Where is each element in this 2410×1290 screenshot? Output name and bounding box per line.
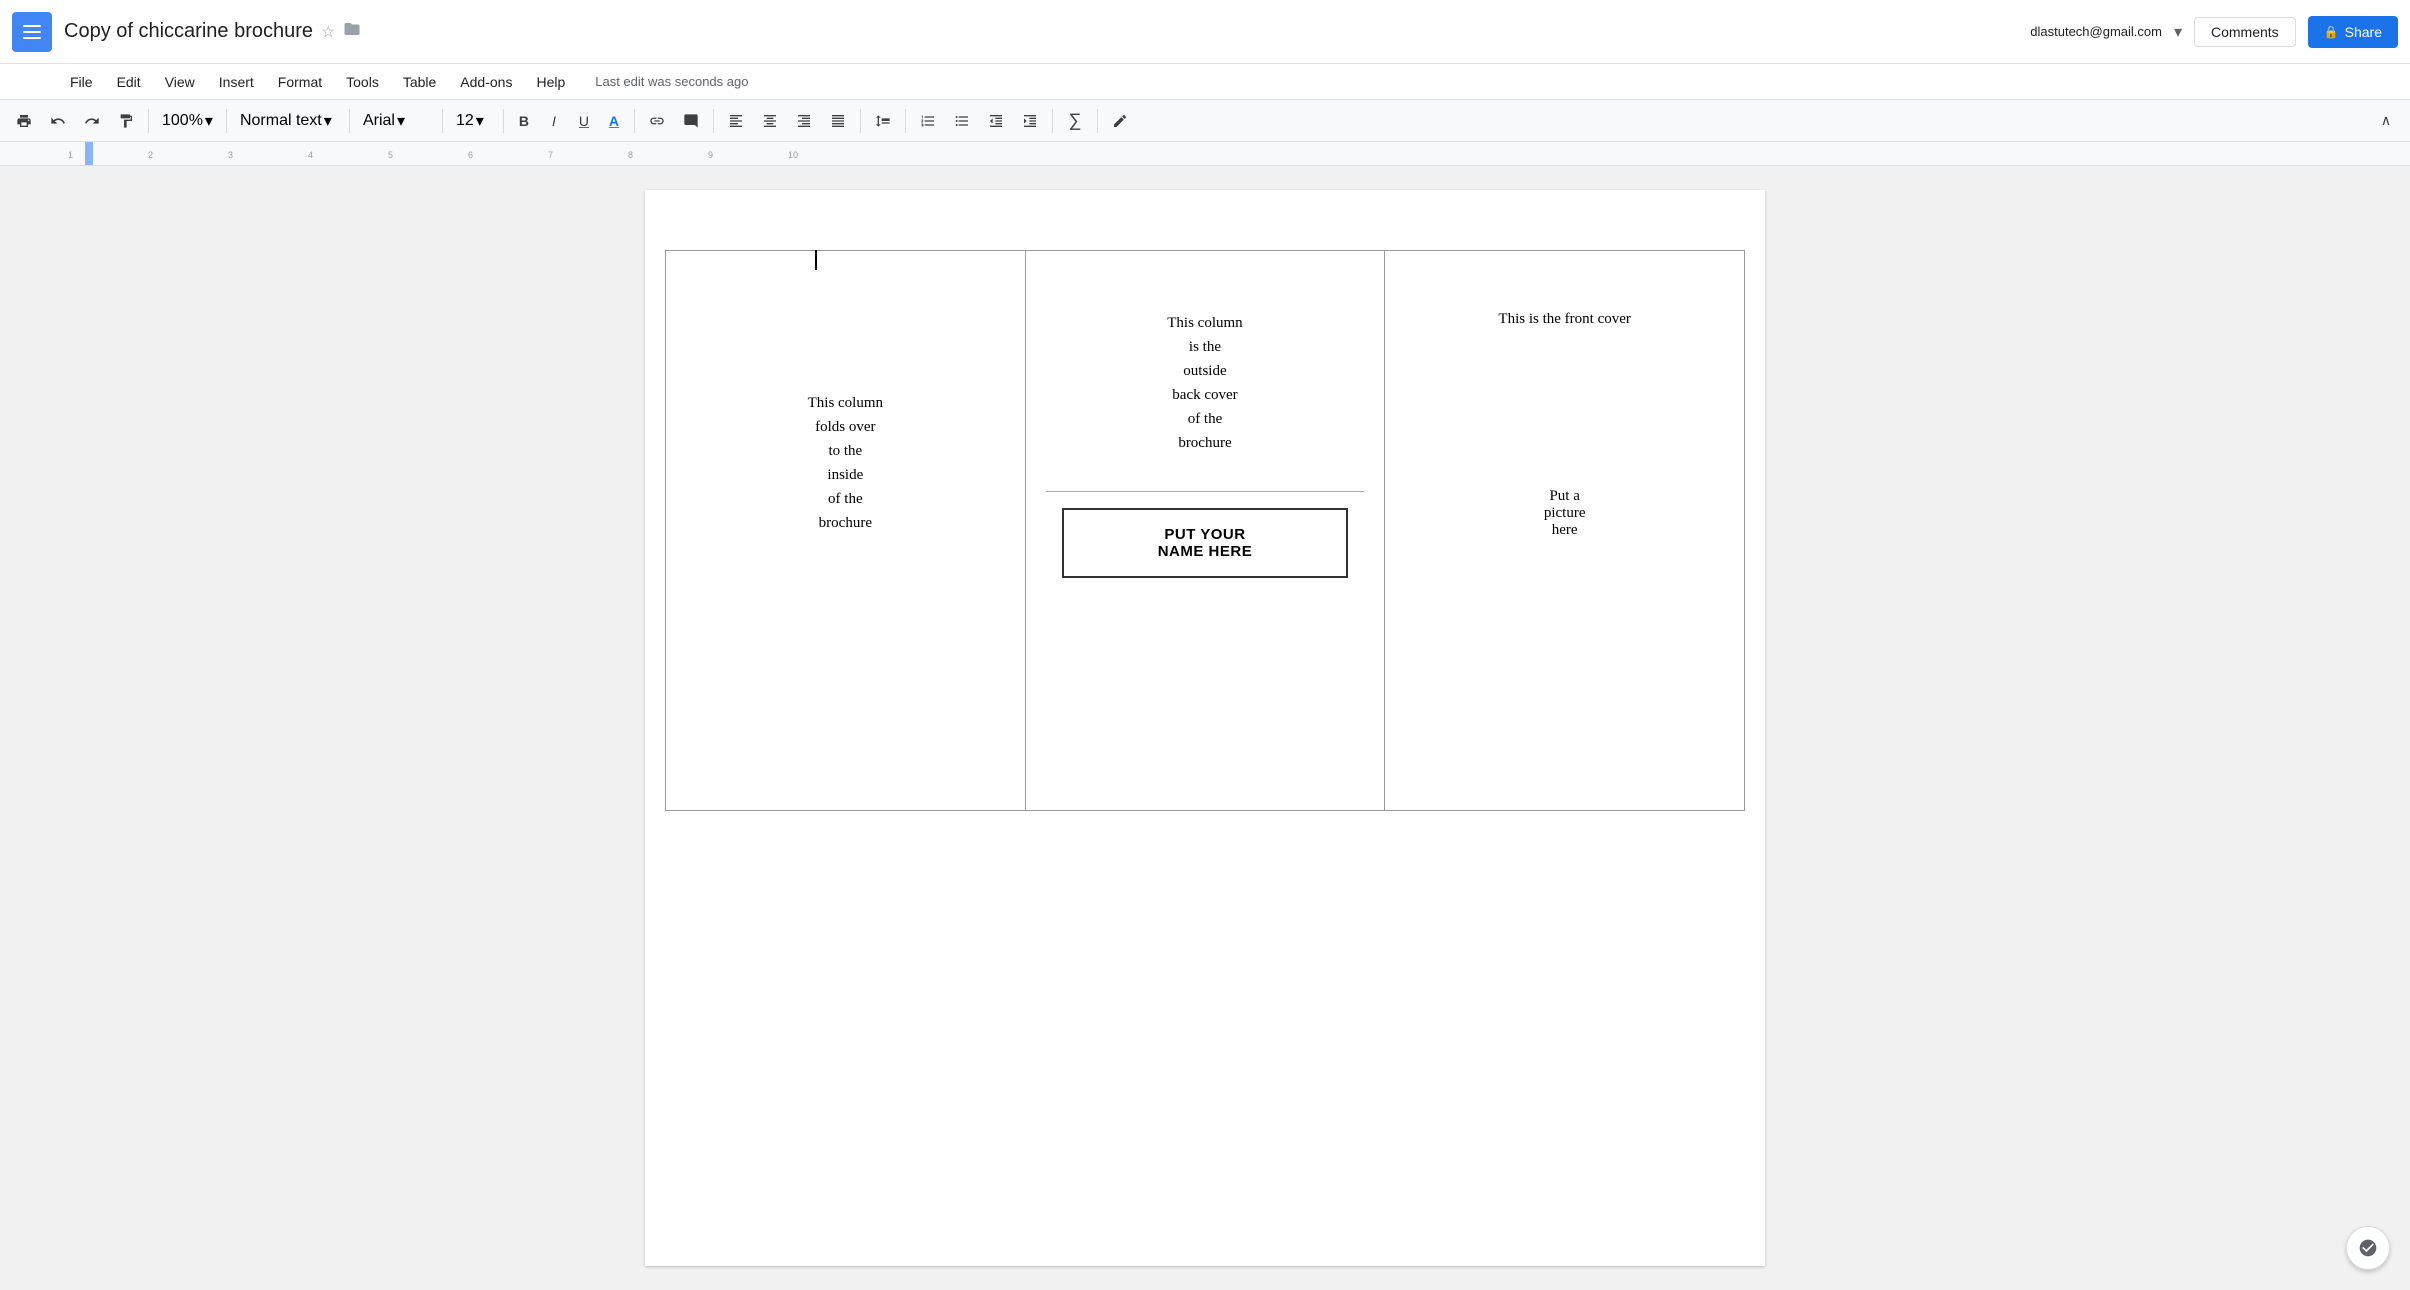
col1-text: This column folds over to the inside of … bbox=[686, 271, 1005, 535]
folder-icon[interactable] bbox=[343, 20, 361, 43]
toolbar-divider-7 bbox=[713, 109, 714, 133]
svg-text:9: 9 bbox=[708, 150, 713, 160]
svg-text:7: 7 bbox=[548, 150, 553, 160]
style-dropdown-icon: ▾ bbox=[324, 111, 332, 131]
toolbar-divider-3 bbox=[349, 109, 350, 133]
align-left-button[interactable] bbox=[720, 105, 752, 137]
brochure-table: This column folds over to the inside of … bbox=[665, 250, 1745, 811]
toolbar-divider-1 bbox=[148, 109, 149, 133]
align-center-button[interactable] bbox=[754, 105, 786, 137]
star-icon[interactable]: ☆ bbox=[321, 22, 335, 42]
share-label: Share bbox=[2345, 24, 2382, 40]
table-cell-col1[interactable]: This column folds over to the inside of … bbox=[666, 251, 1026, 811]
align-right-button[interactable] bbox=[788, 105, 820, 137]
decrease-indent-button[interactable] bbox=[980, 105, 1012, 137]
toolbar-divider-4 bbox=[442, 109, 443, 133]
font-selector[interactable]: Arial ▾ bbox=[356, 107, 436, 135]
svg-text:10: 10 bbox=[788, 150, 798, 160]
picture-here-text: Put a picture here bbox=[1425, 488, 1704, 539]
insert-comment-button[interactable] bbox=[675, 105, 707, 137]
toolbar-divider-6 bbox=[634, 109, 635, 133]
menu-addons[interactable]: Add-ons bbox=[450, 70, 522, 94]
menu-format[interactable]: Format bbox=[268, 70, 332, 94]
menu-edit[interactable]: Edit bbox=[107, 70, 151, 94]
undo-button[interactable] bbox=[42, 105, 74, 137]
table-cell-col3[interactable]: This is the front cover Put a picture he… bbox=[1385, 251, 1745, 811]
top-right-area: dlastutech@gmail.com ▾ Comments 🔒 Share bbox=[2030, 16, 2398, 48]
menu-tools[interactable]: Tools bbox=[336, 70, 389, 94]
assistant-button[interactable] bbox=[2346, 1226, 2390, 1270]
zoom-selector[interactable]: 100% ▾ bbox=[155, 107, 220, 135]
formula-button[interactable]: ∑ bbox=[1059, 105, 1091, 137]
menu-bar: File Edit View Insert Format Tools Table… bbox=[0, 64, 2410, 100]
svg-text:8: 8 bbox=[628, 150, 633, 160]
bullet-list-button[interactable] bbox=[946, 105, 978, 137]
toolbar: 100% ▾ Normal text ▾ Arial ▾ 12 ▾ B I bbox=[0, 100, 2410, 142]
svg-text:2: 2 bbox=[148, 150, 153, 160]
doc-title[interactable]: Copy of chiccarine brochure bbox=[64, 20, 313, 43]
menu-insert[interactable]: Insert bbox=[209, 70, 264, 94]
toolbar-divider-10 bbox=[1052, 109, 1053, 133]
table-row: This column folds over to the inside of … bbox=[666, 251, 1745, 811]
text-cursor bbox=[815, 250, 817, 270]
font-value: Arial bbox=[363, 112, 395, 130]
print-button[interactable] bbox=[8, 105, 40, 137]
toolbar-divider-2 bbox=[226, 109, 227, 133]
svg-text:4: 4 bbox=[308, 150, 313, 160]
ruler: 1 2 3 4 5 6 7 8 9 10 bbox=[0, 142, 2410, 166]
increase-indent-button[interactable] bbox=[1014, 105, 1046, 137]
last-edit-status: Last edit was seconds ago bbox=[595, 74, 748, 89]
document-area: This column folds over to the inside of … bbox=[0, 166, 2410, 1290]
line-spacing-button[interactable] bbox=[867, 105, 899, 137]
align-justify-button[interactable] bbox=[822, 105, 854, 137]
insert-link-button[interactable] bbox=[641, 105, 673, 137]
size-dropdown-icon: ▾ bbox=[476, 111, 484, 131]
top-bar: Copy of chiccarine brochure ☆ dlastutech… bbox=[0, 0, 2410, 64]
toolbar-divider-9 bbox=[905, 109, 906, 133]
menu-file[interactable]: File bbox=[60, 70, 103, 94]
redo-button[interactable] bbox=[76, 105, 108, 137]
svg-text:3: 3 bbox=[228, 150, 233, 160]
collapse-toolbar-button[interactable]: ∧ bbox=[2370, 105, 2402, 137]
drawing-button[interactable] bbox=[1104, 105, 1136, 137]
font-dropdown-icon: ▾ bbox=[397, 111, 405, 131]
zoom-dropdown-icon: ▾ bbox=[205, 111, 213, 131]
share-button[interactable]: 🔒 Share bbox=[2308, 16, 2398, 48]
toolbar-divider-11 bbox=[1097, 109, 1098, 133]
col3-content: This is the front cover Put a picture he… bbox=[1405, 271, 1724, 579]
underline-button[interactable]: U bbox=[570, 107, 598, 135]
text-color-button[interactable]: A bbox=[600, 107, 628, 135]
lock-icon: 🔒 bbox=[2324, 25, 2339, 39]
user-email: dlastutech@gmail.com bbox=[2030, 24, 2162, 39]
table-cell-col2[interactable]: This column is the outside back cover of… bbox=[1025, 251, 1385, 811]
document-page: This column folds over to the inside of … bbox=[645, 190, 1765, 1266]
col2-divider bbox=[1046, 491, 1365, 492]
comments-button[interactable]: Comments bbox=[2194, 17, 2296, 47]
name-box[interactable]: PUT YOUR NAME HERE bbox=[1062, 508, 1349, 578]
numbered-list-button[interactable] bbox=[912, 105, 944, 137]
front-cover-text: This is the front cover bbox=[1425, 311, 1704, 328]
bold-button[interactable]: B bbox=[510, 107, 538, 135]
svg-text:5: 5 bbox=[388, 150, 393, 160]
col2-content: This column is the outside back cover of… bbox=[1046, 271, 1365, 578]
menu-table[interactable]: Table bbox=[393, 70, 446, 94]
zoom-value: 100% bbox=[162, 112, 203, 130]
svg-text:6: 6 bbox=[468, 150, 473, 160]
font-size-selector[interactable]: 12 ▾ bbox=[449, 107, 497, 135]
dropdown-arrow[interactable]: ▾ bbox=[2174, 22, 2182, 42]
toolbar-divider-8 bbox=[860, 109, 861, 133]
col2-main-text: This column is the outside back cover of… bbox=[1167, 311, 1242, 455]
text-style-selector[interactable]: Normal text ▾ bbox=[233, 107, 343, 135]
menu-view[interactable]: View bbox=[155, 70, 205, 94]
paint-format-button[interactable] bbox=[110, 105, 142, 137]
text-style-value: Normal text bbox=[240, 112, 322, 130]
font-size-value: 12 bbox=[456, 112, 474, 130]
menu-help[interactable]: Help bbox=[526, 70, 575, 94]
doc-title-area: Copy of chiccarine brochure ☆ bbox=[64, 20, 2030, 43]
svg-text:1: 1 bbox=[68, 150, 73, 160]
app-menu-button[interactable] bbox=[12, 12, 52, 52]
toolbar-divider-5 bbox=[503, 109, 504, 133]
italic-button[interactable]: I bbox=[540, 107, 568, 135]
